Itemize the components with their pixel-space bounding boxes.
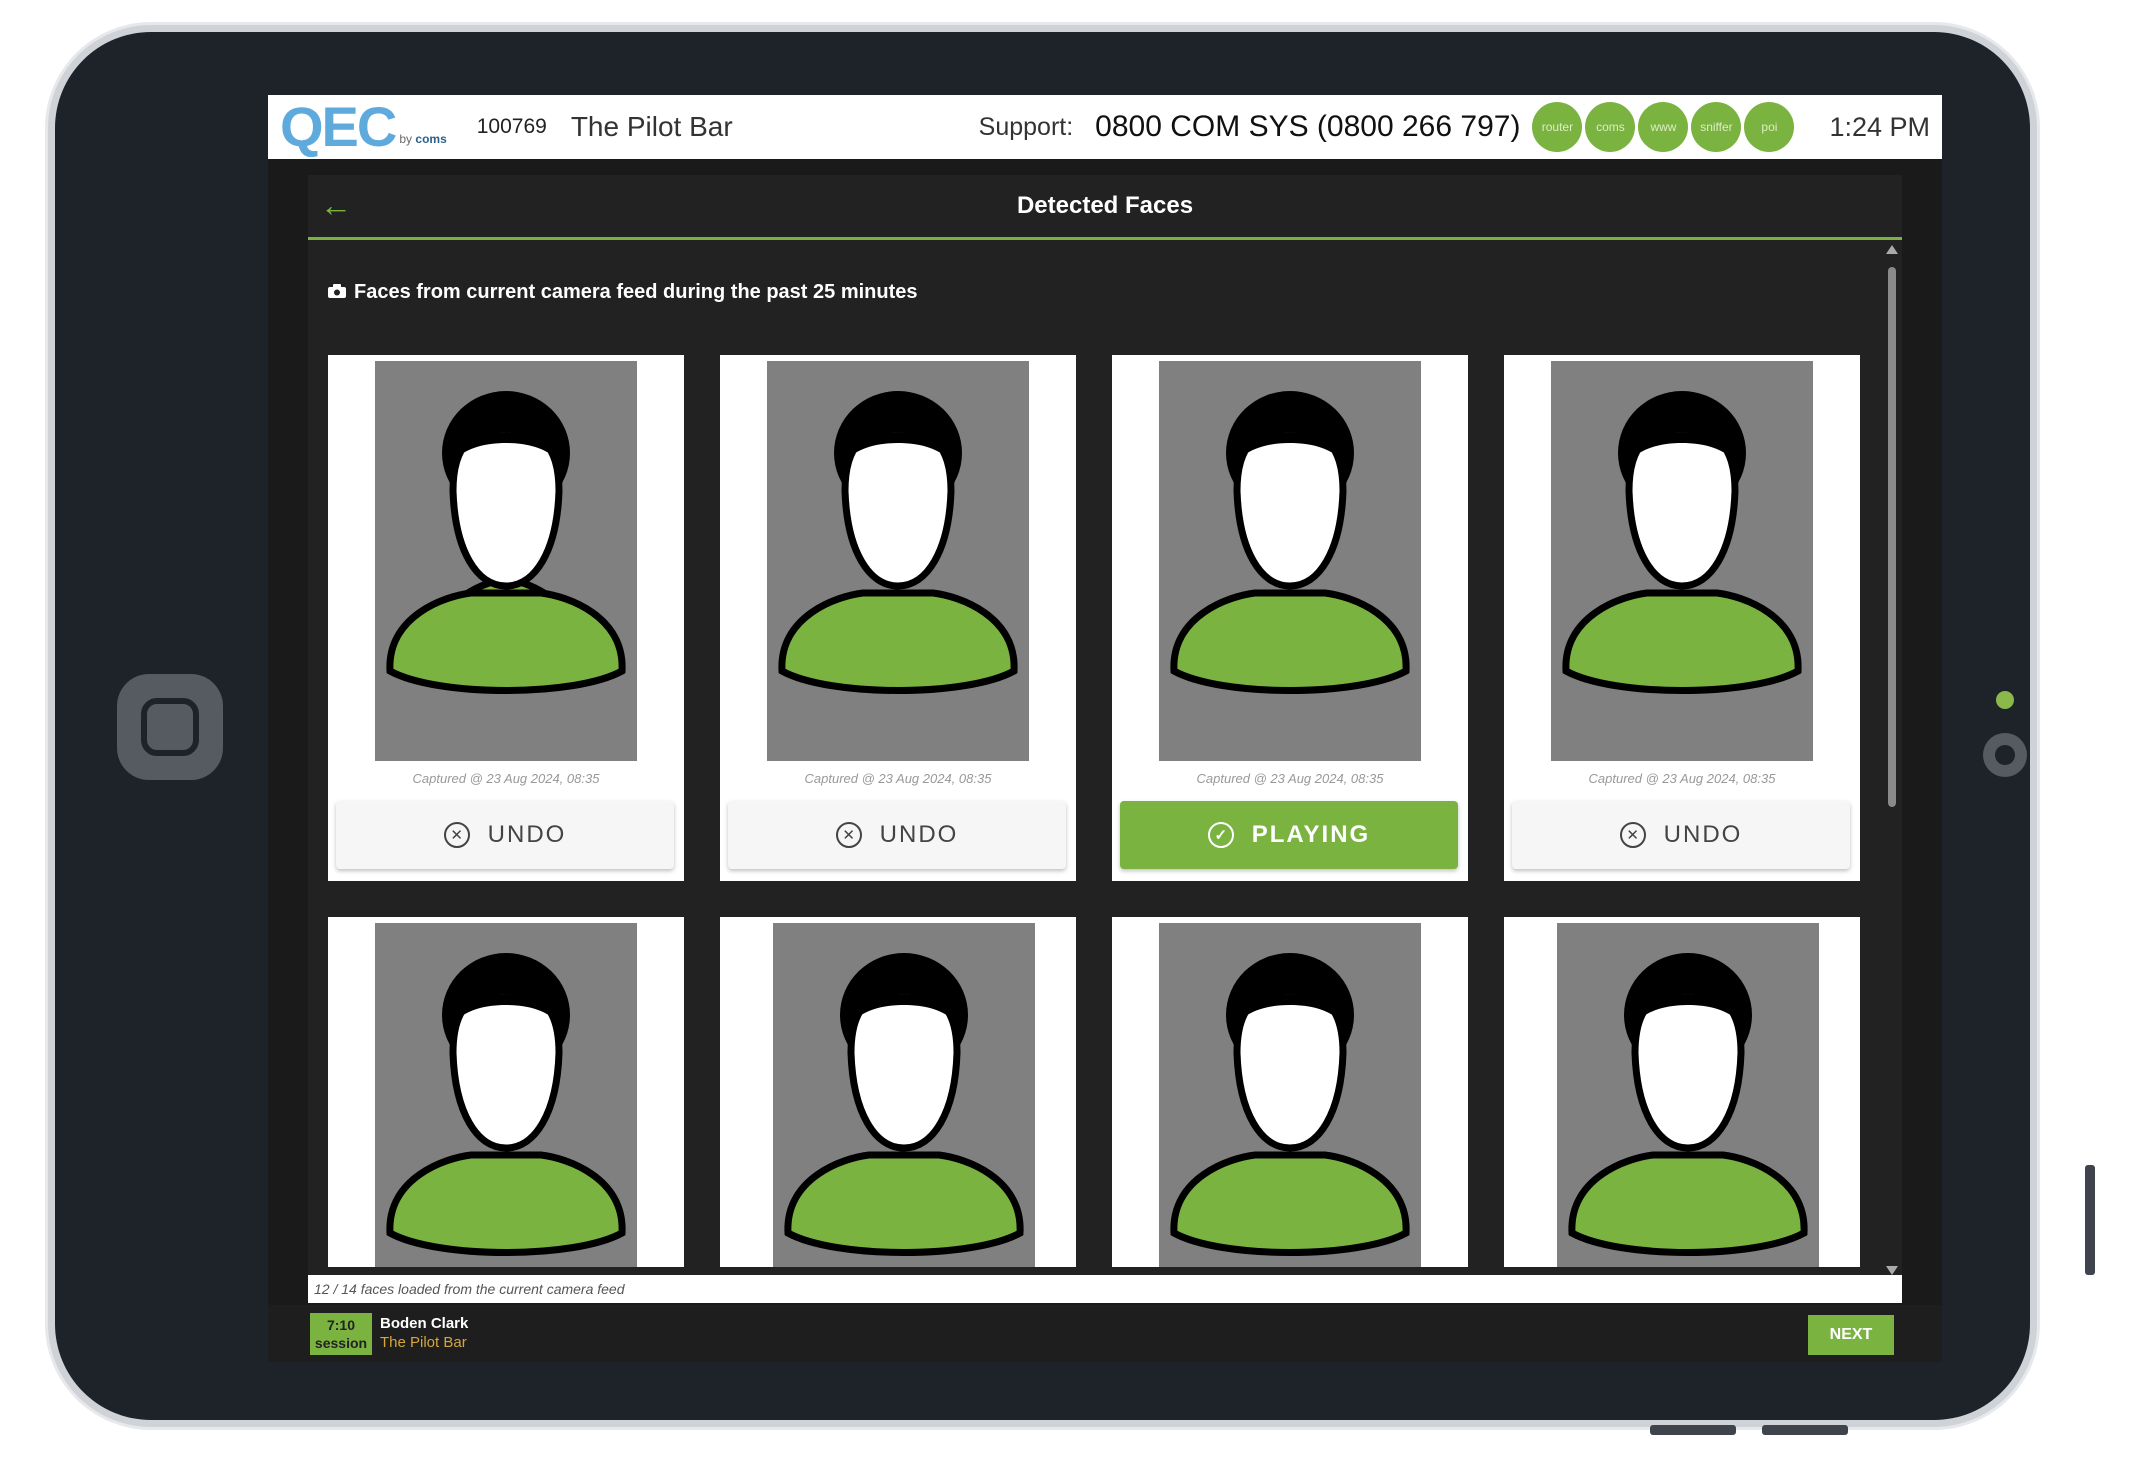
face-photo — [375, 361, 637, 761]
scroll-up-icon[interactable] — [1886, 245, 1898, 254]
clock: 1:24 PM — [1829, 111, 1930, 142]
tablet-volume-button — [1762, 1425, 1848, 1435]
face-photo — [1551, 361, 1813, 761]
capture-timestamp: Captured @ 23 Aug 2024, 08:35 — [1196, 771, 1384, 786]
page-title: Detected Faces — [1016, 192, 1194, 219]
tablet-side-button — [2085, 1165, 2095, 1275]
face-card[interactable]: Captured @ 23 Aug 2024, 08:35 ✕ UNDO — [720, 355, 1076, 881]
face-photo — [773, 923, 1035, 1267]
status-www-indicator[interactable]: www — [1638, 102, 1689, 152]
tablet-indicator-light — [1996, 691, 2014, 709]
status-indicators: router coms www sniffer poi — [1532, 102, 1797, 152]
status-poi-indicator[interactable]: poi — [1744, 102, 1795, 152]
scroll-down-icon[interactable] — [1886, 1266, 1898, 1275]
person-avatar-icon — [1170, 953, 1410, 1256]
close-circle-icon: ✕ — [835, 822, 862, 848]
face-photo — [375, 923, 637, 1267]
face-card[interactable] — [720, 917, 1076, 1267]
status-sniffer-indicator[interactable]: sniffer — [1691, 102, 1742, 152]
page-subtitle: Faces from current camera feed during th… — [328, 281, 918, 304]
undo-button[interactable]: ✕ UNDO — [336, 801, 674, 869]
person-avatar-icon — [386, 391, 626, 694]
site-name: The Pilot Bar — [570, 111, 733, 142]
face-photo — [767, 361, 1029, 761]
undo-button[interactable]: ✕ UNDO — [728, 801, 1066, 869]
capture-timestamp: Captured @ 23 Aug 2024, 08:35 — [1588, 771, 1776, 786]
status-router-indicator[interactable]: router — [1532, 102, 1583, 152]
support-number: 0800 COM SYS (0800 266 797) — [1095, 110, 1521, 143]
arrow-left-icon[interactable]: ← — [320, 187, 352, 223]
detected-faces-panel: ← Detected Faces Faces from current came… — [308, 175, 1902, 1303]
faces-loaded-status: 12 / 14 faces loaded from the current ca… — [308, 1275, 1902, 1303]
capture-timestamp: Captured @ 23 Aug 2024, 08:35 — [412, 771, 600, 786]
face-photo — [1159, 361, 1421, 761]
session-timer-badge: 7:10 session — [310, 1313, 372, 1355]
person-avatar-icon — [1170, 391, 1410, 694]
playing-button[interactable]: ✓ PLAYING — [1120, 801, 1458, 869]
person-avatar-icon — [778, 391, 1018, 694]
site-id: 100769 — [476, 115, 547, 138]
close-circle-icon: ✕ — [443, 822, 470, 848]
close-circle-icon: ✕ — [1619, 822, 1646, 848]
face-card[interactable]: Captured @ 23 Aug 2024, 08:35 ✕ UNDO — [328, 355, 684, 881]
person-avatar-icon — [1562, 391, 1802, 694]
next-button[interactable]: NEXT — [1808, 1315, 1894, 1355]
faces-grid: Captured @ 23 Aug 2024, 08:35 ✕ UNDO Capt… — [328, 355, 1868, 1267]
tablet-home-button — [117, 674, 223, 780]
face-card[interactable] — [328, 917, 684, 1267]
status-coms-indicator[interactable]: coms — [1585, 102, 1636, 152]
camera-icon — [328, 281, 346, 304]
person-avatar-icon — [784, 953, 1024, 1256]
tablet-volume-button — [1650, 1425, 1736, 1435]
face-card[interactable]: Captured @ 23 Aug 2024, 08:35 ✕ UNDO — [1504, 355, 1860, 881]
face-photo — [1557, 923, 1819, 1267]
person-avatar-icon — [386, 953, 626, 1256]
person-avatar-icon — [1568, 953, 1808, 1256]
face-card[interactable] — [1504, 917, 1860, 1267]
panel-header: ← Detected Faces — [308, 175, 1902, 240]
app-screen: QEC by coms 100769 The Pilot Bar Support… — [268, 95, 1942, 1362]
user-site-name: The Pilot Bar — [380, 1334, 467, 1351]
check-circle-icon: ✓ — [1207, 822, 1234, 848]
face-photo — [1159, 923, 1421, 1267]
qec-logo: QEC by coms — [280, 95, 447, 158]
undo-button[interactable]: ✕ UNDO — [1512, 801, 1850, 869]
bottom-bar: 7:10 session Boden Clark The Pilot Bar N… — [268, 1305, 1942, 1362]
top-bar: QEC by coms 100769 The Pilot Bar Support… — [268, 95, 1942, 159]
capture-timestamp: Captured @ 23 Aug 2024, 08:35 — [804, 771, 992, 786]
scrollbar[interactable] — [1886, 245, 1898, 1275]
tablet-camera — [1983, 733, 2027, 777]
support-label: Support: — [978, 112, 1074, 141]
user-name: Boden Clark — [380, 1315, 469, 1332]
face-card[interactable]: Captured @ 23 Aug 2024, 08:35 ✓ PLAYING — [1112, 355, 1468, 881]
scrollbar-thumb[interactable] — [1888, 267, 1896, 807]
face-card[interactable] — [1112, 917, 1468, 1267]
